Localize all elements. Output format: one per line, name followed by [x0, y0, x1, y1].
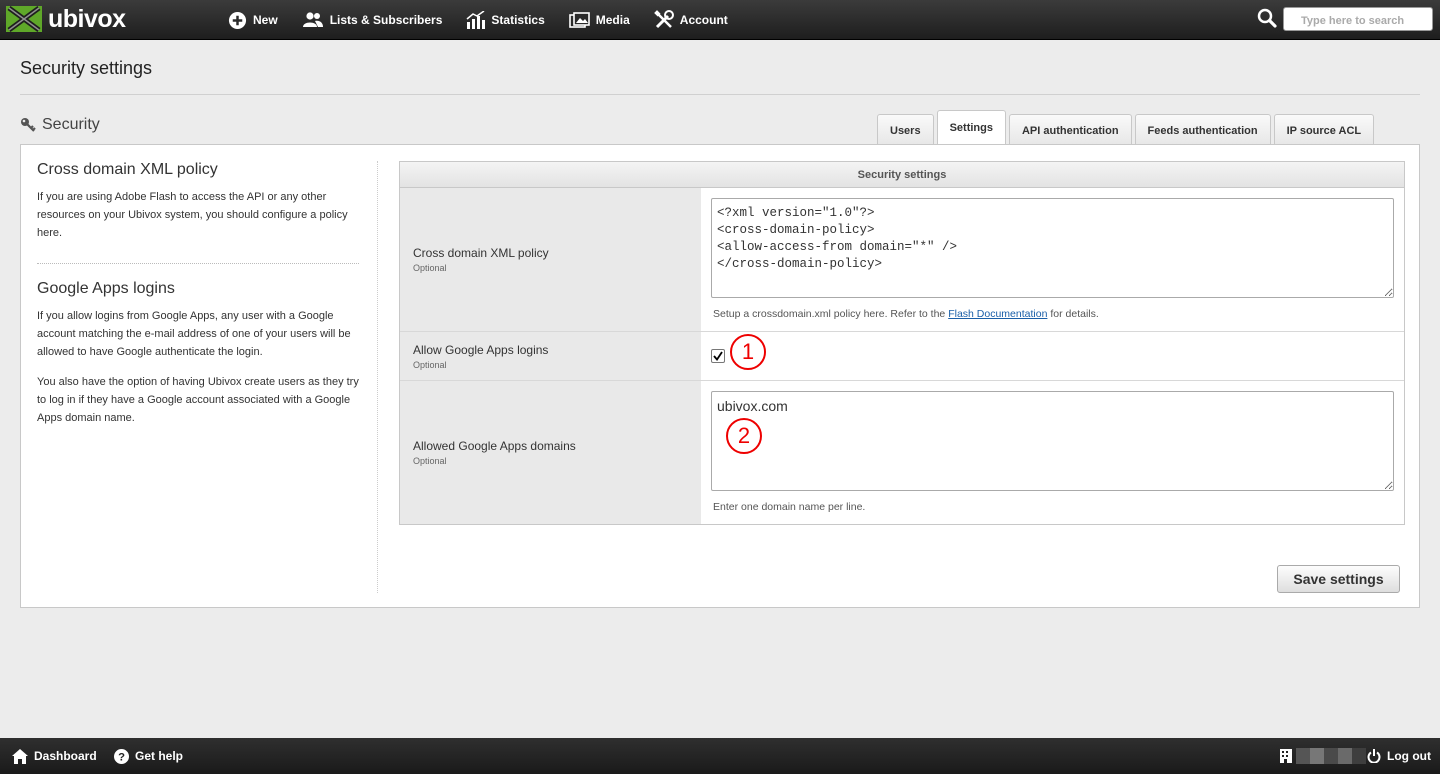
nav-new-label: New — [253, 13, 278, 27]
vertical-divider — [377, 161, 378, 593]
xml-hint-text: Setup a crossdomain.xml policy here. Ref… — [713, 308, 949, 320]
settings-panel: Cross domain XML policy If you are using… — [20, 144, 1420, 608]
nav-lists-subscribers[interactable]: Lists & Subscribers — [302, 12, 443, 28]
page-title: Security settings — [20, 58, 153, 78]
section-heading: Security — [20, 116, 100, 134]
main-nav: New Lists & Subscribers Statistics Media… — [228, 0, 752, 40]
xml-policy-label-cell: Cross domain XML policy Optional — [400, 188, 701, 331]
home-icon — [12, 748, 28, 764]
top-navbar: ubivox New Lists & Subscribers Statistic… — [0, 0, 1440, 40]
power-icon — [1367, 749, 1381, 763]
section-title: Security — [42, 116, 100, 133]
building-icon — [1280, 749, 1292, 763]
settings-table-header: Security settings — [400, 162, 1404, 188]
redacted-user-name — [1296, 748, 1366, 764]
users-icon — [302, 12, 323, 27]
allow-google-checkbox[interactable] — [711, 349, 725, 363]
xml-policy-hint: Setup a crossdomain.xml policy here. Ref… — [711, 308, 1394, 320]
tab-users[interactable]: Users — [877, 114, 934, 146]
footer-logout-link[interactable]: Log out — [1367, 738, 1431, 774]
app-name: ubivox — [48, 5, 126, 33]
xml-policy-optional: Optional — [413, 263, 447, 273]
allow-google-optional: Optional — [413, 359, 447, 370]
tab-api-authentication[interactable]: API authentication — [1008, 114, 1132, 146]
footer-help-label: Get help — [135, 749, 184, 763]
security-settings-table: Security settings Cross domain XML polic… — [399, 161, 1405, 525]
nav-account-label: Account — [679, 13, 728, 27]
allow-google-label-cell: Allow Google Apps logins Optional — [400, 332, 701, 380]
search-input[interactable] — [1283, 7, 1433, 31]
google-domains-textarea[interactable]: ubivox.com — [711, 391, 1394, 491]
nav-account[interactable]: Account — [653, 10, 728, 30]
xml-policy-textarea[interactable]: <?xml version="1.0"?> <cross-domain-poli… — [711, 198, 1394, 298]
nav-lists-label: Lists & Subscribers — [329, 13, 443, 27]
plus-circle-icon — [228, 11, 247, 29]
footer-user-indicator — [1280, 748, 1366, 764]
footer-logout-label: Log out — [1387, 749, 1431, 763]
google-domains-row: Allowed Google Apps domains Optional ubi… — [400, 381, 1404, 524]
footer-dashboard-label: Dashboard — [34, 749, 97, 763]
logo[interactable]: ubivox — [6, 6, 126, 32]
tab-ip-source-acl[interactable]: IP source ACL — [1273, 114, 1375, 146]
allow-google-row: Allow Google Apps logins Optional 1 — [400, 332, 1404, 381]
tools-icon — [653, 10, 674, 29]
search-icon[interactable] — [1257, 8, 1277, 33]
footer-help-link[interactable]: ? Get help — [114, 738, 183, 774]
allow-google-label: Allow Google Apps logins — [413, 342, 549, 357]
xml-policy-row: Cross domain XML policy Optional <?xml v… — [400, 188, 1404, 332]
title-divider — [20, 94, 1420, 95]
nav-new[interactable]: New — [228, 11, 278, 30]
allow-google-field-cell: 1 — [701, 332, 1404, 380]
svg-text:?: ? — [118, 751, 125, 763]
bar-chart-icon — [466, 11, 486, 29]
help-icon: ? — [114, 748, 129, 764]
xml-policy-help-text: If you are using Adobe Flash to access t… — [37, 191, 348, 239]
xml-policy-field-cell: <?xml version="1.0"?> <cross-domain-poli… — [701, 188, 1404, 331]
images-icon — [568, 11, 590, 28]
help-sidebar: Cross domain XML policy If you are using… — [37, 145, 359, 427]
footer-bar: Dashboard ? Get help Log out — [0, 738, 1440, 774]
flash-documentation-link[interactable]: Flash Documentation — [948, 308, 1047, 320]
key-icon — [21, 118, 36, 132]
sidebar-divider — [37, 263, 359, 264]
xml-hint-tail: for details. — [1047, 308, 1099, 320]
logo-mark-icon — [6, 6, 42, 32]
tab-feeds-authentication[interactable]: Feeds authentication — [1134, 114, 1271, 146]
footer-dashboard-link[interactable]: Dashboard — [12, 738, 97, 774]
google-apps-help-title: Google Apps logins — [37, 280, 175, 297]
annotation-callout-1: 1 — [730, 334, 766, 370]
google-domains-label: Allowed Google Apps domains — [413, 439, 576, 453]
tab-bar: Users Settings API authentication Feeds … — [877, 110, 1375, 146]
nav-media-label: Media — [595, 13, 630, 27]
google-domains-field-cell: ubivox.com Enter one domain name per lin… — [701, 381, 1404, 524]
tab-settings[interactable]: Settings — [936, 110, 1006, 145]
nav-media[interactable]: Media — [568, 11, 630, 29]
xml-policy-label: Cross domain XML policy — [413, 246, 549, 260]
google-domains-optional: Optional — [413, 456, 447, 466]
nav-statistics[interactable]: Statistics — [466, 11, 545, 29]
google-apps-help-text-2: You also have the option of having Ubivo… — [37, 376, 359, 424]
google-apps-help-text-1: If you allow logins from Google Apps, an… — [37, 310, 351, 358]
xml-policy-help-title: Cross domain XML policy — [37, 161, 218, 178]
google-domains-label-cell: Allowed Google Apps domains Optional — [400, 381, 701, 524]
nav-statistics-label: Statistics — [491, 13, 545, 27]
checkmark-icon — [713, 351, 723, 361]
save-settings-button[interactable]: Save settings — [1277, 565, 1400, 593]
google-domains-hint: Enter one domain name per line. — [713, 501, 866, 513]
annotation-callout-2: 2 — [726, 418, 762, 454]
